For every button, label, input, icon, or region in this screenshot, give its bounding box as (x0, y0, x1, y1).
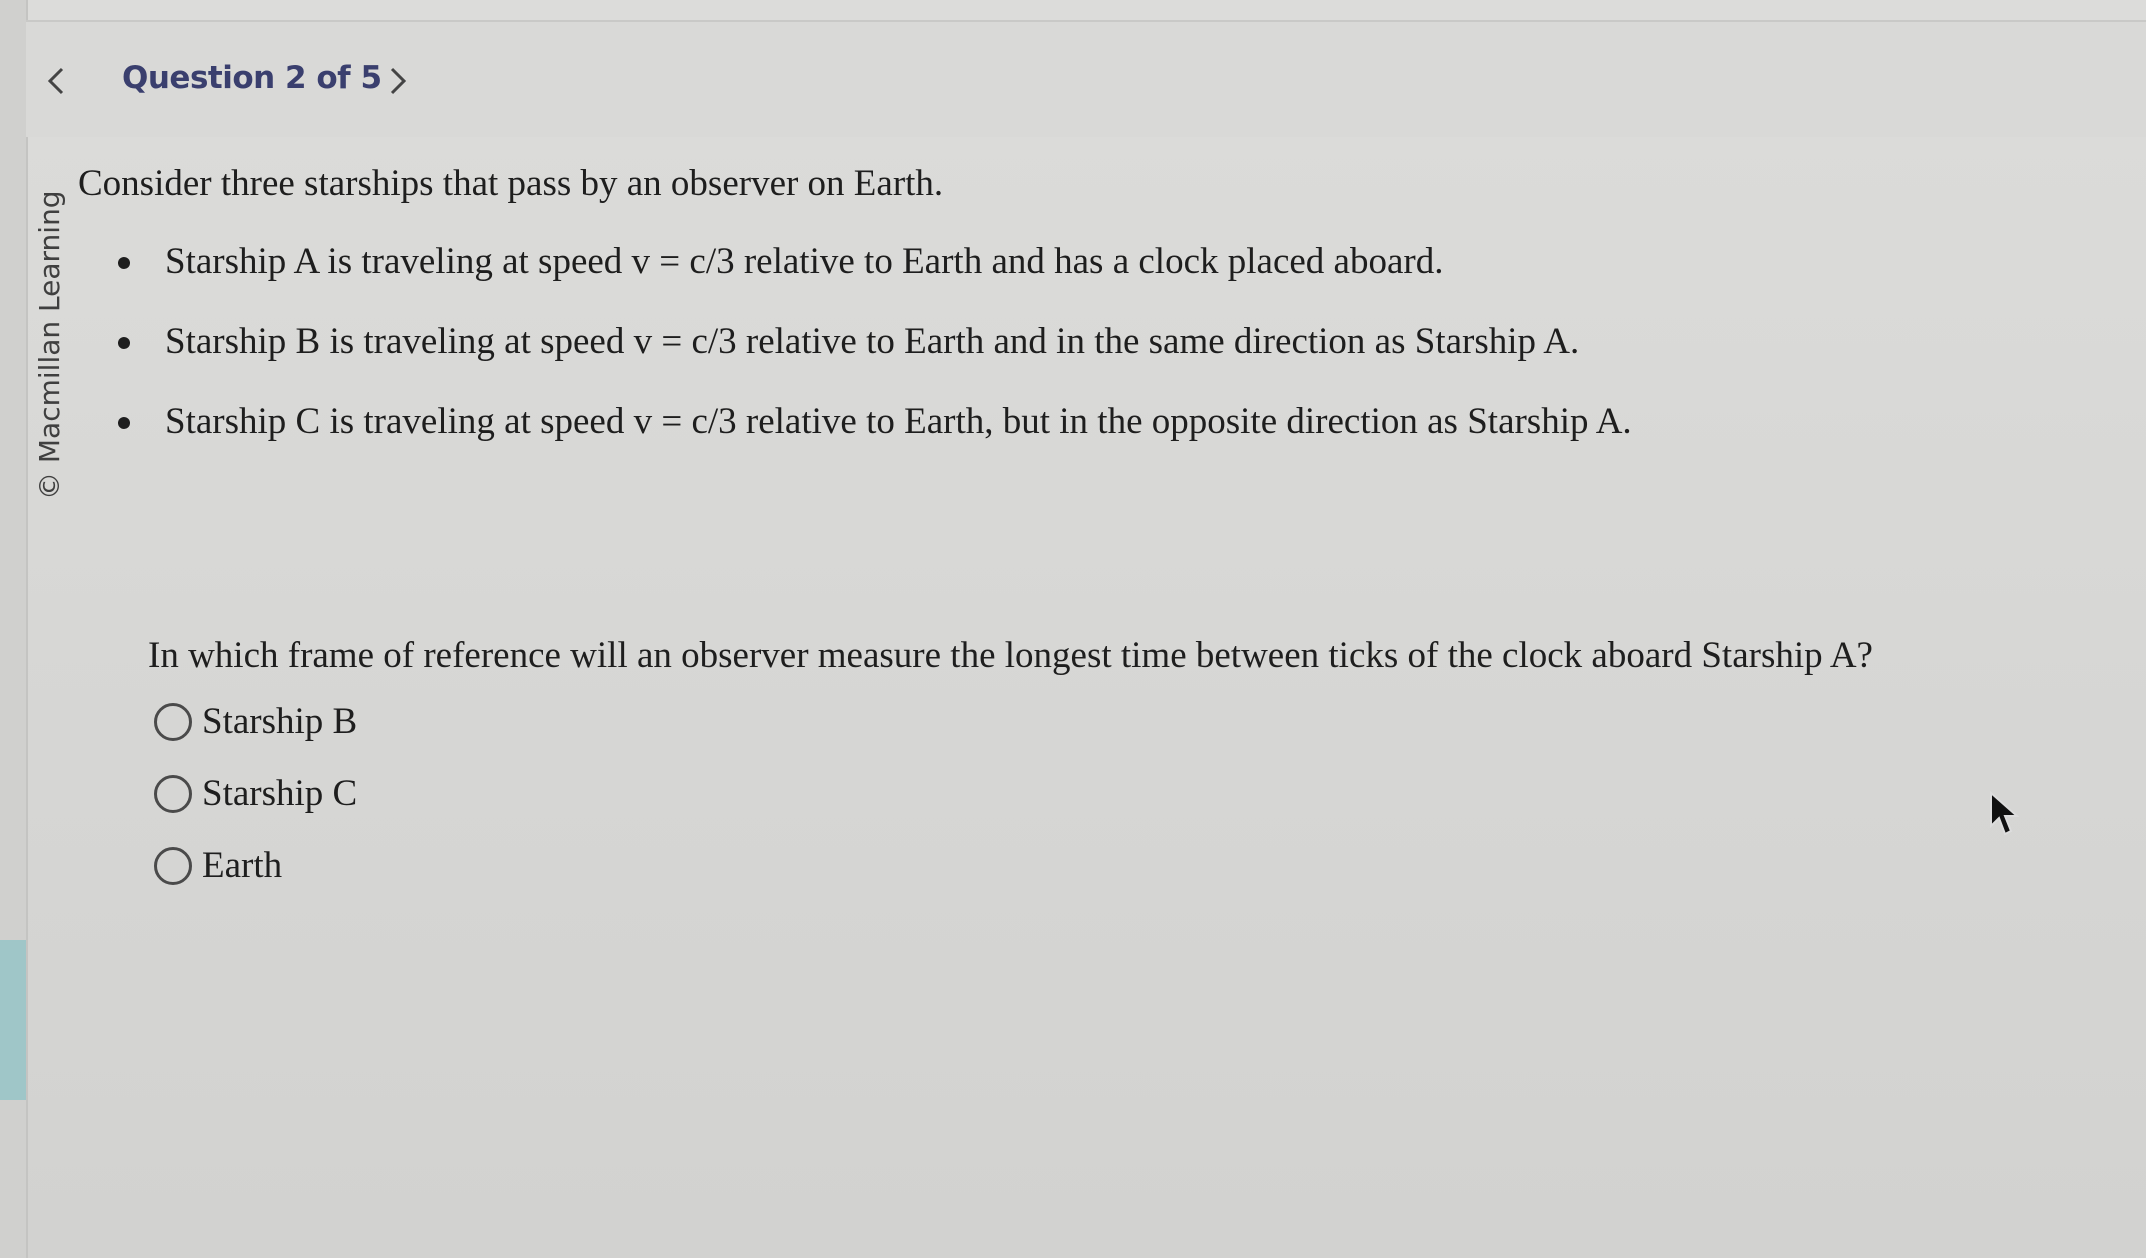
question-counter: Question 2 of 5 (122, 60, 382, 96)
radio-button[interactable] (154, 775, 192, 813)
list-item: Starship C is traveling at speed v = c/3… (78, 398, 2078, 446)
starship-b-description: Starship B is traveling at speed v = c/3… (165, 321, 1580, 362)
radio-button[interactable] (154, 847, 192, 885)
starship-a-description: Starship A is traveling at speed v = c/3… (165, 241, 1444, 282)
left-sidebar-accent (0, 940, 26, 1100)
copyright-notice: © Macmillan Learning (33, 190, 66, 500)
screen: Question 2 of 5 © Macmillan Learning Con… (0, 0, 2146, 1258)
list-item: Starship A is traveling at speed v = c/3… (78, 238, 2078, 286)
option-label: Starship B (202, 701, 358, 742)
bullet-icon (118, 257, 130, 269)
problem-statement: Consider three starships that pass by an… (78, 160, 2078, 478)
option-earth[interactable]: Earth (148, 830, 2128, 902)
problem-intro: Consider three starships that pass by an… (78, 163, 944, 204)
bullet-icon (118, 337, 130, 349)
question-prompt: In which frame of reference will an obse… (148, 635, 1873, 676)
mouse-pointer-icon (1990, 790, 2020, 836)
option-starship-c[interactable]: Starship C (148, 758, 2128, 830)
radio-button[interactable] (154, 703, 192, 741)
list-item: Starship B is traveling at speed v = c/3… (78, 318, 2078, 366)
option-starship-b[interactable]: Starship B (148, 686, 2128, 758)
option-label: Earth (202, 845, 283, 886)
starship-c-description: Starship C is traveling at speed v = c/3… (165, 401, 1632, 442)
starship-list: Starship A is traveling at speed v = c/3… (78, 238, 2078, 446)
next-question-button[interactable] (378, 58, 418, 104)
bullet-icon (118, 417, 130, 429)
chevron-right-icon (390, 67, 407, 95)
option-label: Starship C (202, 773, 358, 814)
multiple-choice-question: In which frame of reference will an obse… (148, 632, 2128, 902)
